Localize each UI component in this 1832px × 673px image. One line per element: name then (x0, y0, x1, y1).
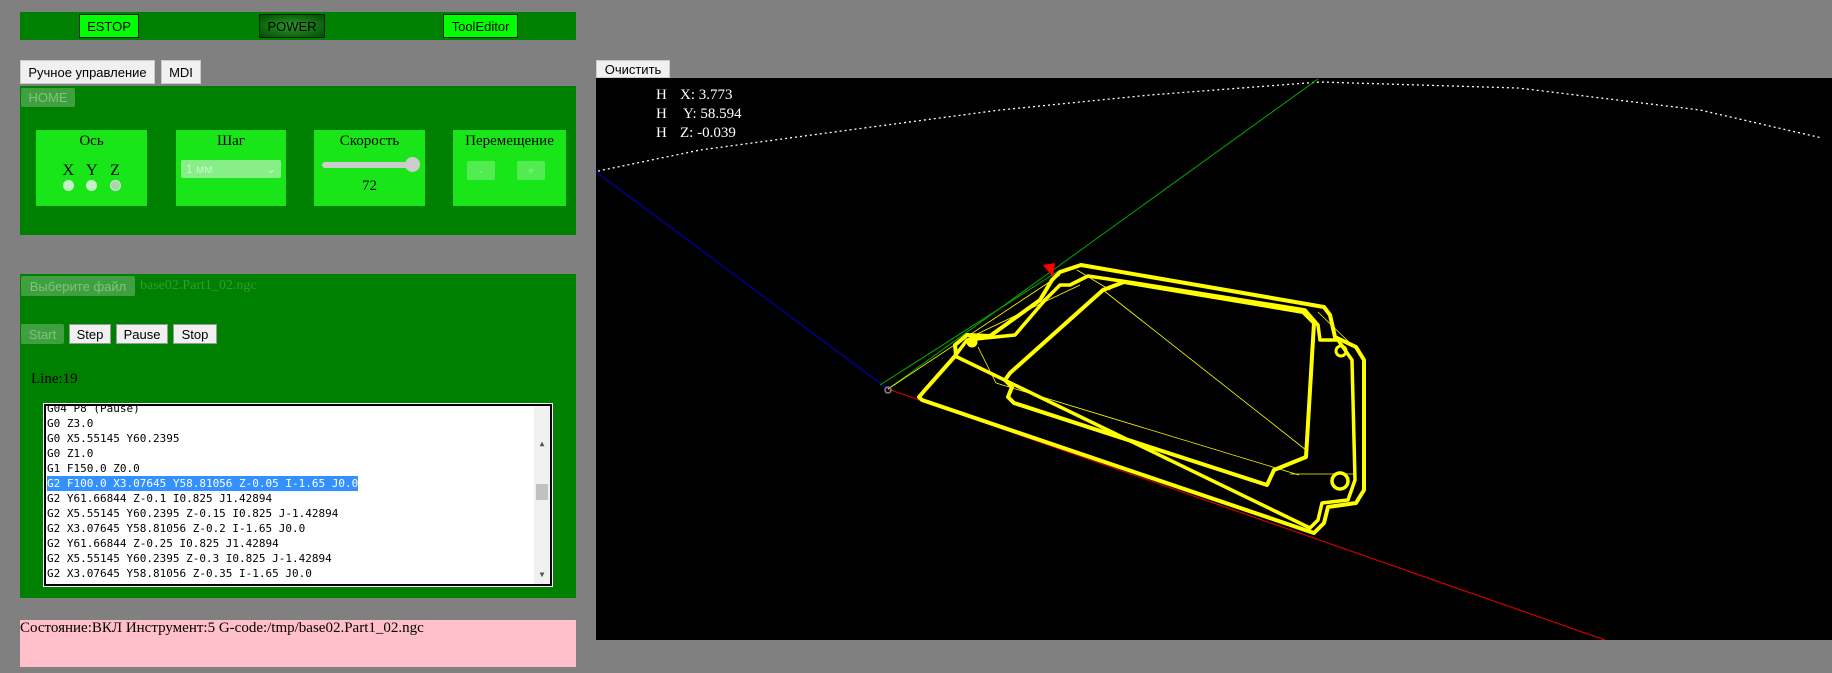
code-line: G2 X5.55145 Y60.2395 Z-0.15 I0.825 J-1.4… (47, 507, 339, 520)
speed-title: Скорость (339, 133, 400, 149)
code-line: G0 Z1.0 (47, 447, 94, 460)
step-select[interactable]: 1 мм ⌄ (181, 160, 281, 178)
stop-button[interactable]: Stop (173, 324, 217, 344)
axis-title: Ось (79, 133, 104, 149)
work-envelope-line (597, 81, 1823, 172)
tab-mdi[interactable]: MDI (161, 60, 201, 84)
code-line: G2 X3.07645 Y58.81056 Z-0.2 I-1.65 J0.0 (47, 522, 306, 535)
tool-marker-icon (1043, 263, 1055, 277)
pause-button[interactable]: Pause (116, 324, 168, 344)
scroll-thumb[interactable] (536, 484, 548, 500)
current-line: Line:19 (31, 371, 78, 387)
file-name: base02.Part1_02.ngc (140, 278, 257, 293)
scrollbar[interactable]: ▲ ▼ (534, 406, 550, 584)
start-button[interactable]: Start (21, 324, 64, 344)
hole-right-top (1334, 344, 1348, 358)
tab-manual[interactable]: Ручное управление (20, 60, 155, 84)
move-box: Перемещение - + (453, 130, 566, 206)
move-plus-button[interactable]: + (517, 161, 545, 180)
code-line-selected: G2 F100.0 X3.07645 Y58.81056 Z-0.05 I-1.… (47, 476, 359, 491)
gcode-textarea[interactable]: G04 P8 (Pause) G0 Z3.0 G0 X5.55145 Y60.239… (43, 403, 553, 587)
y-axis-line (887, 78, 1319, 390)
z-axis-line (596, 171, 889, 390)
hole-left (966, 336, 978, 348)
power-button[interactable]: POWER (259, 14, 325, 38)
estop-button[interactable]: ESTOP (79, 14, 139, 38)
move-minus-button[interactable]: - (467, 161, 495, 180)
scroll-down-icon[interactable]: ▼ (534, 567, 550, 582)
3d-viewer[interactable]: H X: 3.773 H Y: 58.594 H Z: -0.039 (596, 78, 1832, 640)
step-title: Шаг (217, 133, 245, 149)
status-bar: Состояние:ВКЛ Инструмент:5 G-code:/tmp/b… (20, 620, 576, 667)
code-line: G2 Y61.66844 Z-0.1 I0.825 J1.42894 (47, 492, 273, 505)
coord-y: H Y: 58.594 (656, 106, 742, 122)
coords-readout: H X: 3.773 H Y: 58.594 H Z: -0.039 (656, 86, 742, 143)
axis-box: Ось X Y Z (36, 130, 147, 206)
step-box: Шаг 1 мм ⌄ (176, 130, 286, 206)
speed-slider-thumb[interactable] (405, 157, 420, 172)
toolpath-outer (917, 263, 1366, 535)
code-line: G1 F150.0 Z0.0 (47, 462, 140, 475)
axis-x-radio[interactable]: X (62, 162, 74, 191)
speed-slider[interactable] (322, 157, 420, 172)
hole-right-bottom (1330, 471, 1350, 491)
code-line: G0 Z3.0 (47, 417, 94, 430)
coord-x: H X: 3.773 (656, 87, 733, 103)
chevron-down-icon: ⌄ (265, 162, 276, 176)
speed-value: 72 (362, 178, 377, 194)
top-toolbar: ESTOP POWER ToolEditor (20, 12, 576, 40)
code-line: G2 X3.07645 Y58.81056 Z-0.35 I-1.65 J0.0 (47, 567, 312, 580)
toolpath-canvas (596, 78, 1823, 640)
code-line: G04 P8 (Pause) (47, 404, 140, 415)
speed-box: Скорость 72 (314, 130, 425, 206)
choose-file-button[interactable]: Выберите файл (21, 276, 135, 296)
axis-y-radio[interactable]: Y (86, 162, 98, 191)
axis-z-radio[interactable]: Z (109, 162, 121, 191)
tool-editor-button[interactable]: ToolEditor (443, 14, 518, 38)
code-line: G0 X5.55145 Y60.2395 (47, 432, 180, 445)
move-title: Перемещение (465, 133, 554, 149)
step-button[interactable]: Step (69, 324, 111, 344)
home-button[interactable]: HOME (21, 88, 75, 107)
code-line: G2 Y61.66844 Z-0.25 I0.825 J1.42894 (47, 537, 279, 550)
clear-button[interactable]: Очистить (596, 60, 670, 78)
y-axis-line-2 (879, 269, 1061, 386)
scroll-up-icon[interactable]: ▲ (534, 436, 550, 451)
coord-z: H Z: -0.039 (656, 125, 736, 141)
manual-panel: HOME Ось X Y Z Шаг 1 мм ⌄ Скорость 72 Пе… (20, 86, 576, 235)
code-line: G2 X5.55145 Y60.2395 Z-0.3 I0.825 J-1.42… (47, 552, 332, 565)
